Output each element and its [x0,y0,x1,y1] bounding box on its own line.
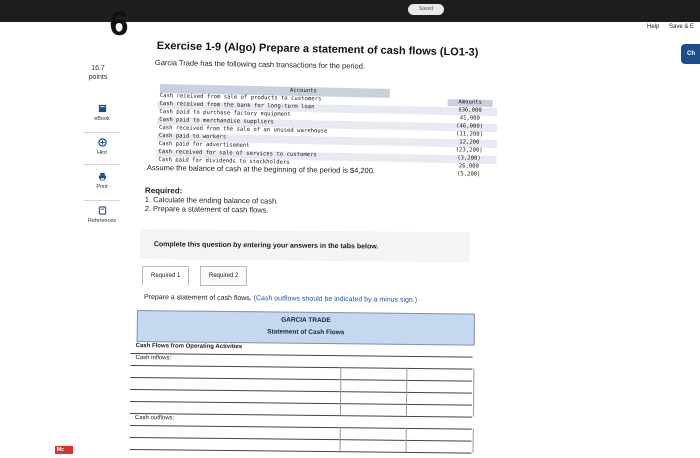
total-input[interactable] [405,403,475,417]
transaction-amount: 26,000 [458,163,480,170]
complete-instructions: Complete this question by entering your … [153,241,379,251]
sidebar-item-label: Hint [97,150,107,156]
required-section: Required: 1. Calculate the ending balanc… [145,186,279,215]
total-input[interactable] [405,427,474,441]
total-input[interactable] [406,379,475,393]
points-label: points [88,74,108,81]
statement-title: Statement of Cash Flows [267,328,345,337]
total-input[interactable] [405,439,474,453]
sidebar-item-references[interactable]: References [80,206,124,224]
amount-input[interactable] [340,367,408,380]
total-input[interactable] [406,391,475,405]
saved-status: Saved [408,4,444,15]
transaction-amount: $36,000 [458,107,482,114]
statement-instructions: Prepare a statement of cash flows. (Cash… [144,294,417,304]
transaction-amount: (11,200) [455,131,484,138]
instruction-note: (Cash outflows should be indicated by a … [253,295,418,304]
instructions-banner: Complete this question by entering your … [139,229,470,263]
transaction-amount: 12,200 [459,139,480,146]
question-number: 6 [109,5,129,43]
amount-input[interactable] [339,403,408,416]
book-icon [98,104,106,113]
sidebar-item-ebook[interactable]: eBook [80,104,124,122]
hint-icon [97,138,107,147]
company-name: GARCIA TRADE [281,316,331,325]
exercise-intro: Garcia Trade has the following cash tran… [154,58,366,71]
total-input[interactable] [406,367,475,381]
divider [84,200,120,201]
accounts-header: Accounts [289,87,317,95]
transaction-amount: (3,200) [457,155,481,162]
amount-input[interactable] [340,391,408,404]
tab-required-1[interactable]: Required 1 [142,266,190,285]
sidebar-item-label: References [87,218,117,224]
references-icon [98,206,106,215]
help-link[interactable]: Help [647,24,659,30]
exercise-title: Exercise 1-9 (Algo) Prepare a statement … [156,40,479,59]
sidebar-item-label: Print [96,184,108,190]
transaction-amount: 41,000 [459,115,481,122]
sidebar-item-label: eBook [94,116,110,122]
brand-logo: Mc [55,446,73,454]
amount-input[interactable] [340,379,408,392]
check-my-work-button[interactable]: Ch [681,44,700,64]
sidebar-item-hint[interactable]: Hint [80,138,124,156]
transaction-description: Cash paid for advertisement [158,141,250,149]
required-item: 2. Prepare a statement of cash flows. [144,203,269,215]
cash-inflows-label: Cash inflows: [135,355,172,362]
save-exit-link[interactable]: Save & E [669,24,694,30]
points-info: 16.7 points [80,64,116,82]
amount-input[interactable] [339,427,407,440]
transaction-amount: (46,000) [456,123,484,130]
instruction-main: Prepare a statement of cash flows. [143,294,252,303]
points-value: 16.7 [91,65,105,72]
transaction-description: Cash paid to workers [158,133,227,141]
account-input[interactable] [130,437,340,451]
statement-header: GARCIA TRADE Statement of Cash Flows [136,310,475,346]
cash-outflows-label: Cash outflows: [134,415,175,422]
table-row [129,436,474,454]
divider [84,132,120,133]
transaction-description: Cash paid to merchandise suppliers [159,117,274,126]
printer-icon [98,172,106,181]
sidebar-item-print[interactable]: Print [80,172,124,190]
transaction-amount: (5,200) [456,171,481,178]
transaction-amount: (23,200) [455,147,483,154]
cash-flow-statement-table: GARCIA TRADE Statement of Cash Flows Cas… [129,310,475,458]
amount-input[interactable] [339,439,407,452]
tab-required-2[interactable]: Required 2 [200,266,248,286]
section-operating-label: Cash Flows from Operating Activities [135,343,243,351]
divider [84,164,120,165]
